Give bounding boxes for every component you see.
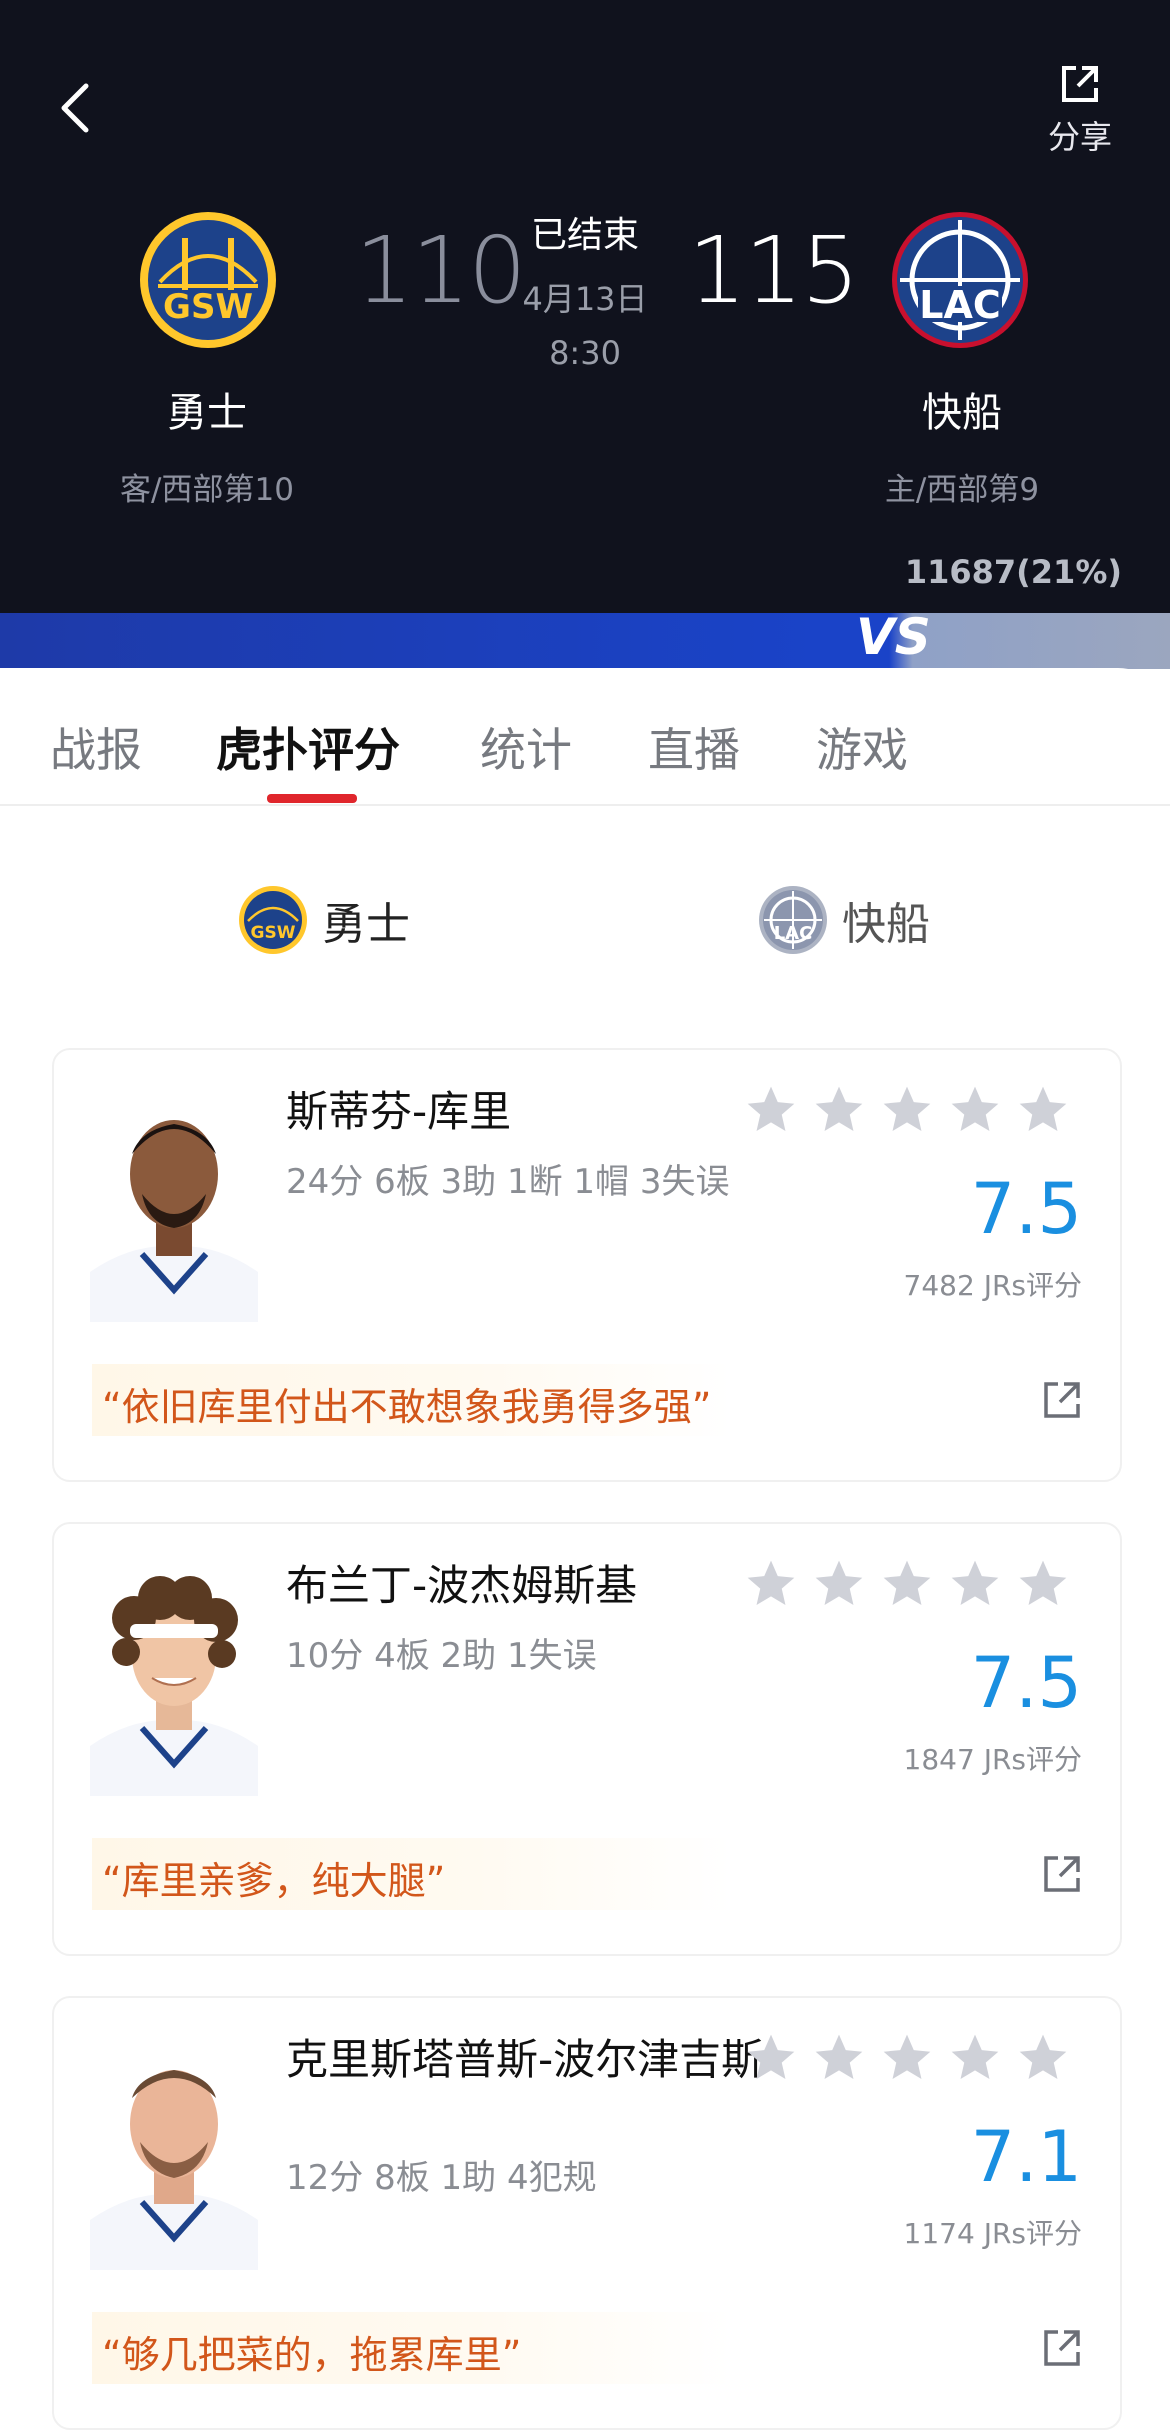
star-icon[interactable] <box>878 1082 936 1138</box>
star-icon[interactable] <box>742 1082 800 1138</box>
share-button[interactable]: 分享 <box>1040 62 1120 158</box>
player-rating-card[interactable]: 克里斯塔普斯-波尔津吉斯 12分 8板 1助 4犯规 7.1 1174 JRs评… <box>52 1996 1122 2430</box>
tab-game[interactable]: 游戏 <box>816 714 908 780</box>
player-name: 斯蒂芬-库里 <box>286 1087 512 1136</box>
home-score: 115 <box>688 217 860 324</box>
away-team-name: 勇士 <box>167 390 247 436</box>
tab-bar: 战报 虎扑评分 统计 直播 游戏 <box>0 668 1170 806</box>
share-label: 分享 <box>1047 118 1112 156</box>
star-icon[interactable] <box>946 1556 1004 1612</box>
star-icon[interactable] <box>878 1556 936 1612</box>
average-rating: 7.5 <box>970 1642 1082 1724</box>
svg-text:LAC: LAC <box>919 283 1001 327</box>
vote-count: 11687(21%) <box>904 553 1122 591</box>
open-external-icon[interactable] <box>1040 1852 1084 1896</box>
star-icon[interactable] <box>1014 2030 1072 2086</box>
star-icon[interactable] <box>1014 1082 1072 1138</box>
back-arrow-icon[interactable] <box>52 78 100 138</box>
star-icon[interactable] <box>742 2030 800 2086</box>
vs-label: VS <box>856 608 931 666</box>
clippers-logo[interactable]: LAC <box>890 210 1030 350</box>
team-toggle-clippers[interactable]: LAC 快船 <box>758 880 930 960</box>
average-rating: 7.5 <box>970 1168 1082 1250</box>
hot-comment-text: “库里亲爹，纯大腿” <box>102 1859 446 1903</box>
tab-live[interactable]: 直播 <box>648 714 740 780</box>
team-toggle-clippers-label: 快船 <box>842 899 930 950</box>
hot-comment-text: “够几把菜的，拖累库里” <box>102 2333 522 2377</box>
average-rating: 7.1 <box>970 2116 1082 2198</box>
warriors-mini-logo: GSW <box>239 886 307 954</box>
star-icon[interactable] <box>946 2030 1004 2086</box>
clippers-mini-logo: LAC <box>759 886 827 954</box>
svg-text:GSW: GSW <box>251 923 296 943</box>
game-header: 分享 GSW LAC 110 115 已结束 4月13日 8:30 勇士 快船 … <box>0 0 1170 615</box>
svg-text:LAC: LAC <box>774 923 813 944</box>
rating-count: 7482 JRs评分 <box>903 1269 1082 1302</box>
team-toggle-warriors[interactable]: GSW 勇士 <box>238 880 410 960</box>
rating-stars[interactable] <box>742 2030 1082 2086</box>
star-icon[interactable] <box>810 2030 868 2086</box>
player-avatar <box>90 1576 258 1796</box>
star-icon[interactable] <box>810 1556 868 1612</box>
player-name: 布兰丁-波杰姆斯基 <box>286 1561 638 1610</box>
rating-count: 1174 JRs评分 <box>903 2217 1082 2250</box>
status-label: 已结束 <box>530 215 639 256</box>
hot-comment[interactable]: “库里亲爹，纯大腿” <box>92 1838 732 1910</box>
team-toggle-warriors-label: 勇士 <box>322 899 410 950</box>
vote-bar <box>0 613 1170 669</box>
player-stats: 12分 8板 1助 4犯规 <box>286 2158 597 2198</box>
hot-comment[interactable]: “够几把菜的，拖累库里” <box>92 2312 732 2384</box>
player-rating-card[interactable]: 布兰丁-波杰姆斯基 10分 4板 2助 1失误 7.5 1847 JRs评分 “… <box>52 1522 1122 1956</box>
tab-hupu-rating[interactable]: 虎扑评分 <box>216 714 400 780</box>
star-icon[interactable] <box>742 1556 800 1612</box>
game-status: 已结束 4月13日 8:30 <box>485 206 685 372</box>
tab-report[interactable]: 战报 <box>50 714 142 780</box>
hot-comment-text: “依旧库里付出不敢想象我勇得多强” <box>102 1385 712 1429</box>
player-stats: 10分 4板 2助 1失误 <box>286 1636 597 1676</box>
player-name: 克里斯塔普斯-波尔津吉斯 <box>286 2035 764 2084</box>
open-external-icon[interactable] <box>1040 1378 1084 1422</box>
hot-comment[interactable]: “依旧库里付出不敢想象我勇得多强” <box>92 1364 732 1436</box>
player-rating-card[interactable]: 斯蒂芬-库里 24分 6板 3助 1断 1帽 3失误 7.5 7482 JRs评… <box>52 1048 1122 1482</box>
star-icon[interactable] <box>1014 1556 1072 1612</box>
star-icon[interactable] <box>878 2030 936 2086</box>
star-icon[interactable] <box>946 1082 1004 1138</box>
player-avatar <box>90 1120 258 1322</box>
game-time: 8:30 <box>549 334 621 372</box>
away-team-standing: 客/西部第10 <box>120 472 294 508</box>
open-external-icon[interactable] <box>1040 2326 1084 2370</box>
rating-count: 1847 JRs评分 <box>903 1743 1082 1776</box>
player-avatar <box>90 2070 258 2270</box>
rating-stars[interactable] <box>742 1556 1082 1612</box>
active-tab-indicator <box>267 794 357 803</box>
rating-stars[interactable] <box>742 1082 1082 1138</box>
star-icon[interactable] <box>810 1082 868 1138</box>
share-icon <box>1062 66 1098 102</box>
warriors-logo[interactable]: GSW <box>138 210 278 350</box>
game-date: 4月13日 <box>522 280 648 318</box>
player-stats: 24分 6板 3助 1断 1帽 3失误 <box>286 1162 730 1202</box>
svg-text:GSW: GSW <box>163 287 253 327</box>
tab-stats[interactable]: 统计 <box>480 714 572 780</box>
home-team-standing: 主/西部第9 <box>884 472 1040 508</box>
home-team-name: 快船 <box>922 390 1002 436</box>
